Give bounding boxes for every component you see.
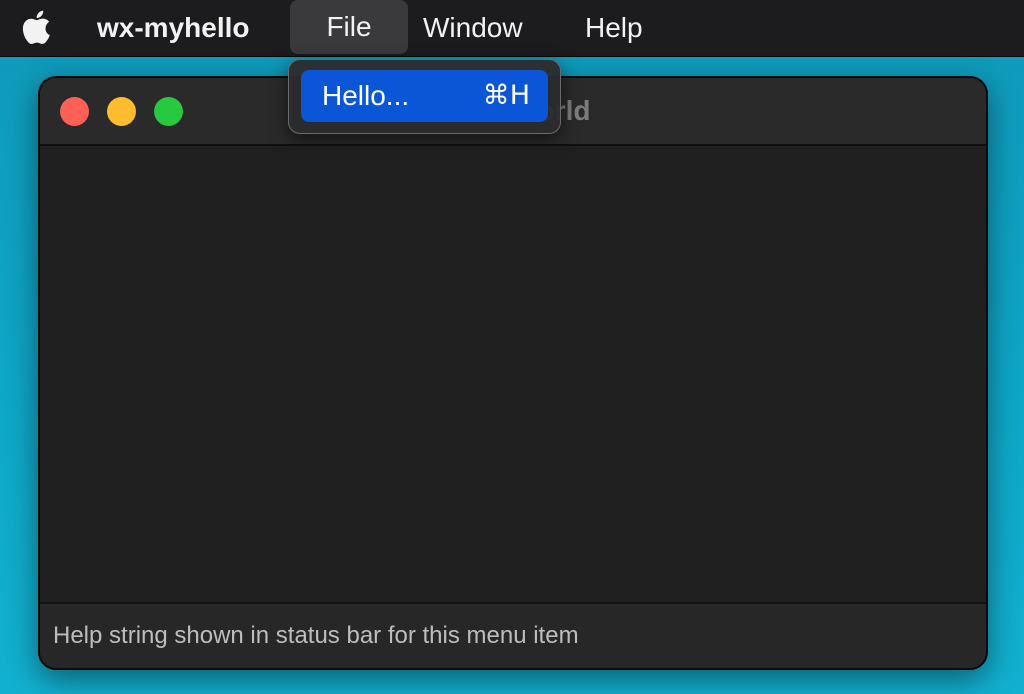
menu-bar: wx-myhello File Window Help <box>0 0 1024 57</box>
app-window: Hello World Help string shown in status … <box>38 76 988 670</box>
window-content <box>40 146 986 602</box>
menu-file[interactable]: File <box>290 0 408 54</box>
apple-logo-icon[interactable] <box>18 8 52 46</box>
menu-item-hello-shortcut: ⌘H <box>482 80 530 111</box>
status-bar: Help string shown in status bar for this… <box>40 602 986 668</box>
zoom-window-button[interactable] <box>154 97 183 126</box>
status-text: Help string shown in status bar for this… <box>53 622 579 649</box>
menu-item-hello-label: Hello... <box>322 80 410 111</box>
close-window-button[interactable] <box>60 97 89 126</box>
menu-help[interactable]: Help <box>585 0 643 56</box>
menu-window[interactable]: Window <box>423 0 523 56</box>
file-menu-dropdown: Hello... ⌘H <box>288 59 561 134</box>
minimize-window-button[interactable] <box>107 97 136 126</box>
menu-app-name[interactable]: wx-myhello <box>97 0 249 56</box>
menu-item-hello[interactable]: Hello... ⌘H <box>301 70 548 122</box>
